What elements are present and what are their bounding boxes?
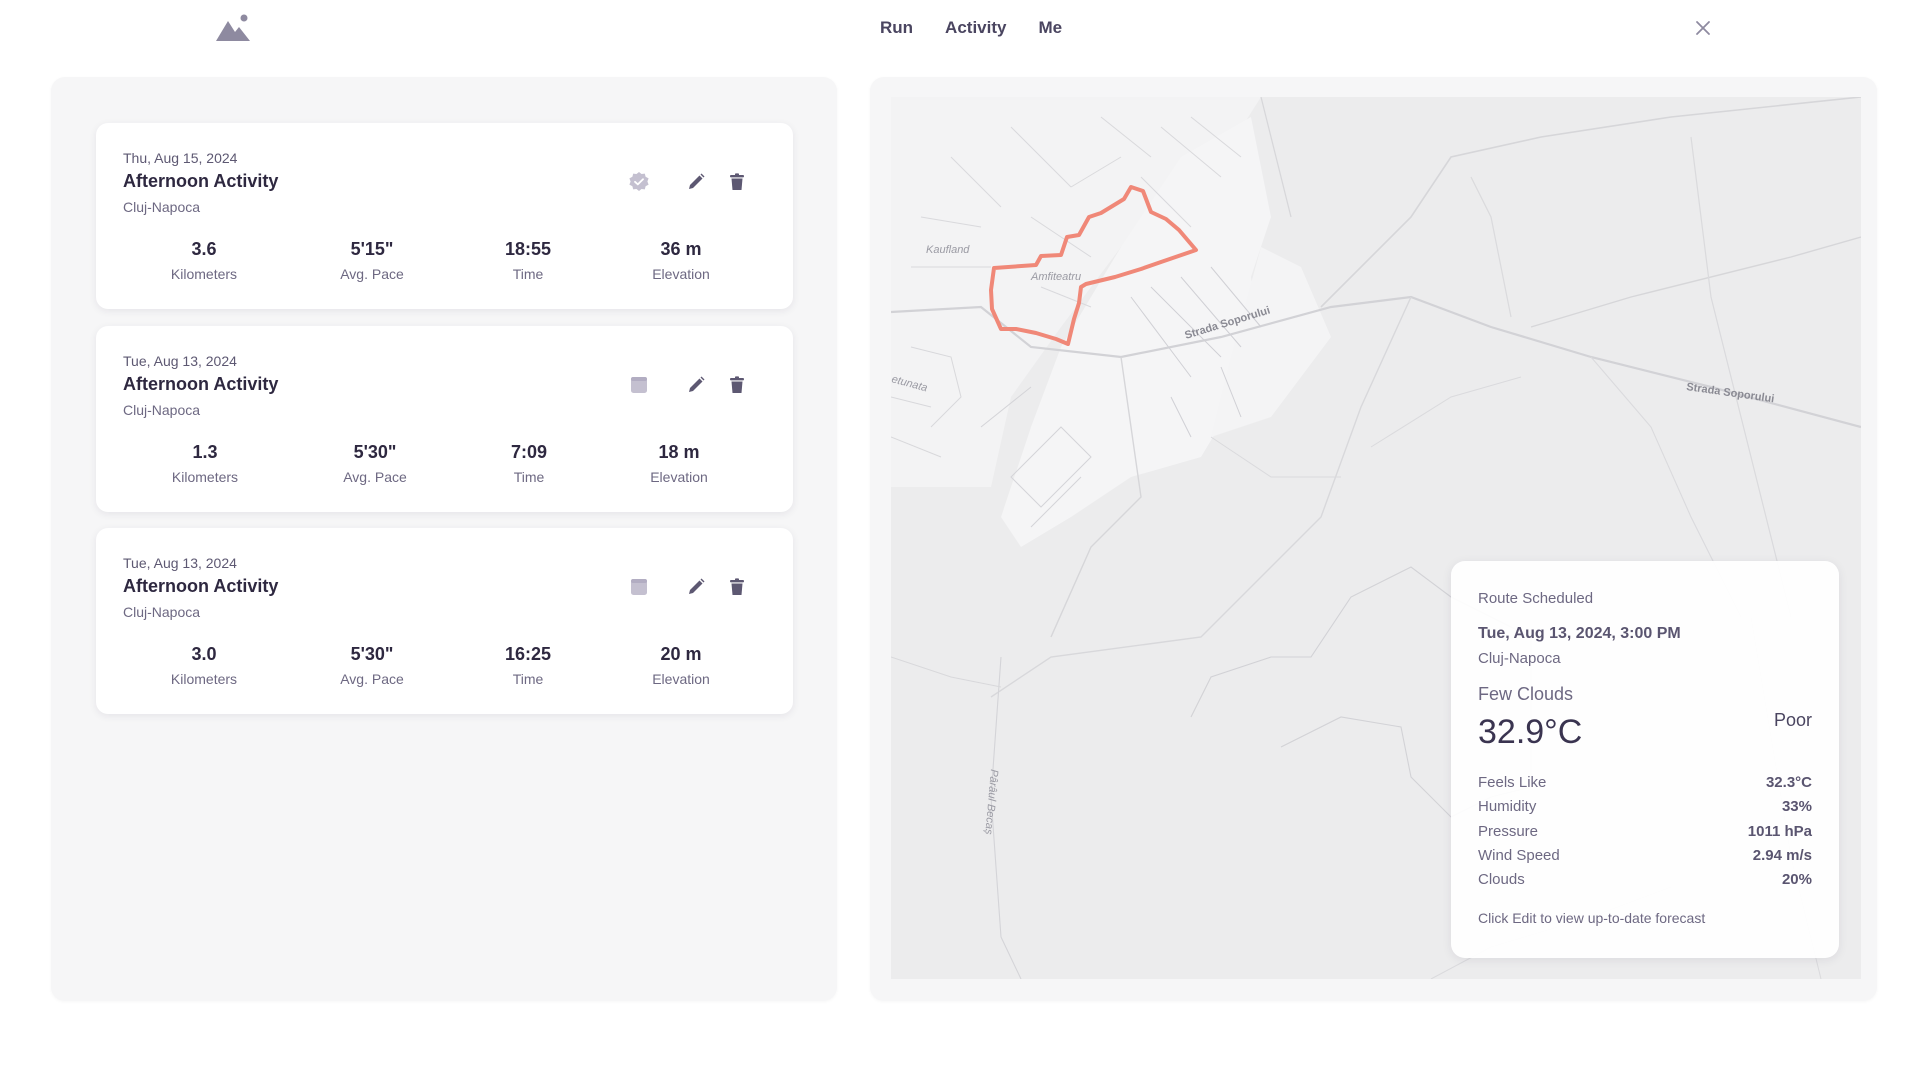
stat-time: 18:55 Time — [453, 239, 603, 282]
weather-details: Feels Like 32.3°C Humidity 33% Pressure 101… — [1478, 774, 1812, 895]
stat-value: 7:09 — [510, 442, 548, 462]
detail-key: Clouds — [1478, 871, 1525, 889]
stat-pace: 5'30" Avg. Pace — [300, 442, 450, 485]
map-label-kaufland: Kaufland — [926, 244, 970, 256]
activity-actions — [628, 576, 768, 600]
activity-stats: 3.0 Kilometers 5'30" Avg. Pace 16:25 Tim… — [96, 644, 793, 694]
weather-row-clouds: Clouds 20% — [1478, 871, 1812, 895]
activity-actions — [628, 171, 768, 195]
stat-value: 18:55 — [504, 239, 552, 259]
stat-elevation: 20 m Elevation — [606, 644, 756, 687]
stat-distance: 1.3 Kilometers — [130, 442, 280, 485]
weather-row-humidity: Humidity 33% — [1478, 798, 1812, 822]
route-status: Route Scheduled — [1478, 590, 1594, 607]
calendar-icon — [631, 377, 647, 393]
nav-me[interactable]: Me — [1038, 18, 1062, 38]
stat-label: Avg. Pace — [340, 266, 404, 282]
weather-row-wind-speed: Wind Speed 2.94 m/s — [1478, 847, 1812, 871]
activity-card[interactable]: Tue, Aug 13, 2024 Afternoon Activity Clu… — [96, 528, 793, 714]
stat-elevation: 36 m Elevation — [606, 239, 756, 282]
close-icon[interactable] — [1693, 18, 1713, 38]
verified-badge-icon — [629, 172, 649, 191]
map-label-amfiteatru: Amfiteatru — [1030, 271, 1081, 283]
delete-trash-icon[interactable] — [726, 576, 748, 598]
weather-rating: Poor — [1773, 710, 1812, 730]
stat-value: 1.3 — [192, 442, 218, 462]
detail-key: Wind Speed — [1478, 846, 1560, 864]
map-label-street: Strada Soporului — [1686, 381, 1775, 405]
stat-value: 5'15" — [350, 239, 394, 259]
activity-actions — [628, 374, 768, 398]
forecast-note: Click Edit to view up-to-date forecast — [1478, 910, 1706, 926]
stat-label: Time — [512, 266, 544, 282]
edit-pencil-icon[interactable] — [685, 171, 707, 193]
stat-label: Kilometers — [170, 266, 238, 282]
activity-title: Afternoon Activity — [123, 171, 279, 191]
activity-location: Cluj-Napoca — [123, 402, 201, 418]
detail-value: 2.94 m/s — [1752, 846, 1812, 864]
stat-elevation: 18 m Elevation — [604, 442, 754, 485]
stat-value: 18 m — [658, 442, 700, 462]
mountain-logo-icon[interactable] — [214, 13, 252, 43]
stat-value: 3.0 — [191, 644, 217, 664]
weather-temperature: 32.9°C — [1478, 713, 1583, 751]
delete-trash-icon[interactable] — [726, 374, 748, 396]
stat-value: 3.6 — [191, 239, 217, 259]
edit-pencil-icon[interactable] — [685, 374, 707, 396]
detail-value: 32.3°C — [1765, 774, 1812, 791]
weather-row-feels-like: Feels Like 32.3°C — [1478, 774, 1812, 798]
stat-distance: 3.6 Kilometers — [129, 239, 279, 282]
weather-row-pressure: Pressure 1011 hPa — [1478, 823, 1812, 847]
detail-value: 1011 hPa — [1747, 822, 1812, 840]
stat-label: Time — [512, 671, 544, 687]
map-label-stream: Pârâul Becaș — [982, 769, 1000, 836]
weather-card: Route Scheduled Tue, Aug 13, 2024, 3:00 … — [1451, 561, 1839, 958]
stat-pace: 5'30" Avg. Pace — [297, 644, 447, 687]
stat-label: Kilometers — [171, 469, 239, 485]
edit-pencil-icon[interactable] — [685, 576, 707, 598]
activity-list-panel: Thu, Aug 15, 2024 Afternoon Activity Clu… — [51, 77, 837, 1001]
top-bar: Run Activity Me — [0, 0, 1920, 58]
activity-date: Tue, Aug 13, 2024 — [123, 555, 237, 571]
nav-run[interactable]: Run — [880, 18, 913, 38]
activity-title: Afternoon Activity — [123, 374, 279, 394]
stat-label: Avg. Pace — [343, 469, 407, 485]
delete-trash-icon[interactable] — [726, 171, 748, 193]
route-datetime: Tue, Aug 13, 2024, 3:00 PM — [1478, 625, 1681, 642]
stat-label: Elevation — [652, 266, 710, 282]
activity-card[interactable]: Tue, Aug 13, 2024 Afternoon Activity Clu… — [96, 326, 793, 512]
weather-condition: Few Clouds — [1478, 684, 1574, 704]
stat-value: 16:25 — [504, 644, 552, 664]
route-location: Cluj-Napoca — [1478, 650, 1561, 667]
stat-label: Kilometers — [170, 671, 238, 687]
activity-title: Afternoon Activity — [123, 576, 279, 596]
stat-value: 36 m — [660, 239, 702, 259]
stat-value: 20 m — [660, 644, 702, 664]
detail-key: Humidity — [1478, 798, 1537, 816]
activity-location: Cluj-Napoca — [123, 199, 201, 215]
stat-label: Avg. Pace — [340, 671, 404, 687]
main-nav: Run Activity Me — [880, 18, 1094, 38]
activity-date: Tue, Aug 13, 2024 — [123, 353, 237, 369]
activity-stats: 3.6 Kilometers 5'15" Avg. Pace 18:55 Tim… — [96, 239, 793, 289]
detail-value: 33% — [1781, 798, 1812, 816]
stat-distance: 3.0 Kilometers — [129, 644, 279, 687]
stat-time: 7:09 Time — [454, 442, 604, 485]
nav-activity[interactable]: Activity — [945, 18, 1006, 38]
stat-label: Time — [513, 469, 545, 485]
stat-value: 5'30" — [350, 644, 394, 664]
activity-stats: 1.3 Kilometers 5'30" Avg. Pace 7:09 Time… — [96, 442, 793, 492]
stat-time: 16:25 Time — [453, 644, 603, 687]
detail-key: Feels Like — [1478, 774, 1547, 791]
stat-label: Elevation — [650, 469, 708, 485]
stat-value: 5'30" — [353, 442, 397, 462]
stat-pace: 5'15" Avg. Pace — [297, 239, 447, 282]
stat-label: Elevation — [652, 671, 710, 687]
calendar-icon — [631, 579, 647, 595]
detail-value: 20% — [1781, 871, 1812, 889]
activity-card[interactable]: Thu, Aug 15, 2024 Afternoon Activity Clu… — [96, 123, 793, 309]
activity-location: Cluj-Napoca — [123, 604, 201, 620]
detail-key: Pressure — [1478, 822, 1539, 840]
activity-date: Thu, Aug 15, 2024 — [123, 150, 238, 166]
